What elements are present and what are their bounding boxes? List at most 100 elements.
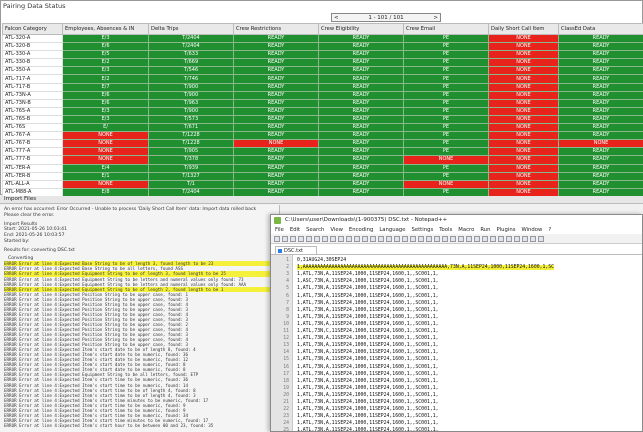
status-cell[interactable]: T/1228	[148, 131, 234, 141]
menu-item[interactable]: Window	[521, 227, 542, 233]
status-cell[interactable]: NONE	[62, 147, 149, 157]
status-cell[interactable]: NONE	[488, 171, 559, 181]
status-cell[interactable]: NONE	[488, 147, 559, 157]
status-cell[interactable]: PE	[403, 123, 489, 133]
status-cell[interactable]: READY	[233, 98, 319, 108]
status-cell[interactable]: PE	[403, 50, 489, 60]
toolbar-button-icon[interactable]	[434, 236, 440, 242]
editor-area[interactable]: 1 2 3 4 5 6 7 8 9 10 11 12 13 14 15 16 17 18 19 20 21 22 23 24 2…	[271, 254, 642, 431]
pager-next-button[interactable]: >	[433, 15, 438, 21]
status-cell[interactable]: T/939	[148, 163, 234, 173]
status-cell[interactable]: T/378	[148, 155, 234, 165]
status-cell[interactable]: E/1	[62, 171, 149, 181]
status-cell[interactable]: READY	[233, 123, 319, 133]
toolbar-button-icon[interactable]	[370, 236, 376, 242]
status-cell[interactable]: READY	[318, 82, 404, 92]
status-cell[interactable]: E/6	[62, 90, 149, 100]
status-cell[interactable]: NONE	[488, 139, 559, 149]
status-cell[interactable]: PE	[403, 66, 489, 76]
status-cell[interactable]: PE	[403, 139, 489, 149]
status-cell[interactable]: NONE	[488, 155, 559, 165]
toolbar-button-icon[interactable]	[362, 236, 368, 242]
status-cell[interactable]: PE	[403, 131, 489, 141]
status-cell[interactable]: PE	[403, 33, 489, 44]
status-cell[interactable]: PE	[403, 98, 489, 108]
status-cell[interactable]: READY	[558, 163, 643, 173]
status-cell[interactable]: T/1	[148, 179, 234, 189]
status-cell[interactable]: NONE	[488, 42, 559, 52]
status-cell[interactable]: E/	[62, 123, 149, 133]
status-cell[interactable]: NONE	[488, 58, 559, 68]
toolbar-button-icon[interactable]	[386, 236, 392, 242]
status-cell[interactable]: READY	[318, 58, 404, 68]
status-cell[interactable]: READY	[233, 147, 319, 157]
table-row[interactable]: ATL-330-B E/2 T/669 READY READY PE NONE READY	[2, 58, 643, 68]
status-cell[interactable]: READY	[558, 123, 643, 133]
status-cell[interactable]: READY	[318, 155, 404, 165]
status-cell[interactable]: E/6	[62, 42, 149, 52]
status-cell[interactable]: T/671	[148, 123, 234, 133]
toolbar-button-icon[interactable]	[402, 236, 408, 242]
status-cell[interactable]: NONE	[488, 33, 559, 44]
column-header[interactable]: Delta Trips	[148, 23, 234, 35]
status-cell[interactable]: PE	[403, 114, 489, 125]
table-row[interactable]: ATL-330-A E/5 T/633 READY READY PE NONE READY	[2, 50, 643, 60]
status-cell[interactable]: NONE	[488, 98, 559, 108]
status-cell[interactable]: T/2404	[148, 42, 234, 52]
menu-item[interactable]: Search	[306, 227, 324, 233]
status-cell[interactable]: READY	[318, 66, 404, 76]
status-cell[interactable]: PE	[403, 90, 489, 100]
table-row[interactable]: ATL-76S E/T/671 READY READY PE NONE READY	[2, 123, 643, 133]
status-cell[interactable]: NONE	[488, 50, 559, 60]
table-row[interactable]: ATL-777-B NONE T/378 READY READY NONE NONE READ…	[2, 155, 643, 165]
menu-item[interactable]: Settings	[411, 227, 433, 233]
toolbar-button-icon[interactable]	[330, 236, 336, 242]
status-cell[interactable]: T/546	[148, 66, 234, 76]
status-cell[interactable]: PE	[403, 163, 489, 173]
status-cell[interactable]: READY	[558, 98, 643, 108]
pager-prev-button[interactable]: <	[334, 15, 339, 21]
toolbar-button-icon[interactable]	[442, 236, 448, 242]
toolbar-button-icon[interactable]	[522, 236, 528, 242]
status-cell[interactable]: READY	[233, 171, 319, 181]
table-row[interactable]: ATL-7ER-A E/4 T/939 READY READY PE NONE READY	[2, 163, 643, 173]
status-cell[interactable]: READY	[318, 139, 404, 149]
column-header[interactable]: Daily Short Call Item	[488, 23, 559, 35]
status-cell[interactable]: NONE	[62, 179, 149, 189]
import-files-tab[interactable]: Import Files	[4, 196, 36, 202]
table-row[interactable]: ATL-767-A NONE T/1228 READY READY PE NONE READY	[2, 131, 643, 141]
status-cell[interactable]: READY	[558, 114, 643, 125]
menu-item[interactable]: Edit	[290, 227, 300, 233]
toolbar-button-icon[interactable]	[450, 236, 456, 242]
status-cell[interactable]: NONE	[558, 139, 643, 149]
status-cell[interactable]: NONE	[62, 131, 149, 141]
toolbar-button-icon[interactable]	[530, 236, 536, 242]
status-cell[interactable]: E/4	[62, 163, 149, 173]
status-cell[interactable]: NONE	[62, 139, 149, 149]
status-cell[interactable]: READY	[558, 171, 643, 181]
status-cell[interactable]: T/573	[148, 114, 234, 125]
status-cell[interactable]: READY	[233, 58, 319, 68]
toolbar-button-icon[interactable]	[314, 236, 320, 242]
status-cell[interactable]: READY	[558, 33, 643, 44]
status-cell[interactable]: NONE	[488, 179, 559, 189]
toolbar-button-icon[interactable]	[458, 236, 464, 242]
table-row[interactable]: ATL-767-B NONE T/1228 NONE READY PE NONE NONE	[2, 139, 643, 149]
status-cell[interactable]: NONE	[488, 114, 559, 125]
menu-item[interactable]: Plugins	[496, 227, 515, 233]
status-cell[interactable]: READY	[233, 131, 319, 141]
toolbar-button-icon[interactable]	[498, 236, 504, 242]
status-cell[interactable]: READY	[233, 163, 319, 173]
status-cell[interactable]: NONE	[488, 90, 559, 100]
status-cell[interactable]: READY	[558, 82, 643, 92]
toolbar-button-icon[interactable]	[514, 236, 520, 242]
status-cell[interactable]: E/3	[62, 33, 149, 44]
menu-item[interactable]: View	[330, 227, 343, 233]
column-header[interactable]: Falcon Category	[2, 23, 63, 35]
status-cell[interactable]: NONE	[488, 66, 559, 76]
status-cell[interactable]: READY	[233, 90, 319, 100]
status-cell[interactable]: READY	[318, 98, 404, 108]
status-cell[interactable]: NONE	[62, 155, 149, 165]
menu-item[interactable]: File	[275, 227, 284, 233]
status-cell[interactable]: T/963	[148, 98, 234, 108]
